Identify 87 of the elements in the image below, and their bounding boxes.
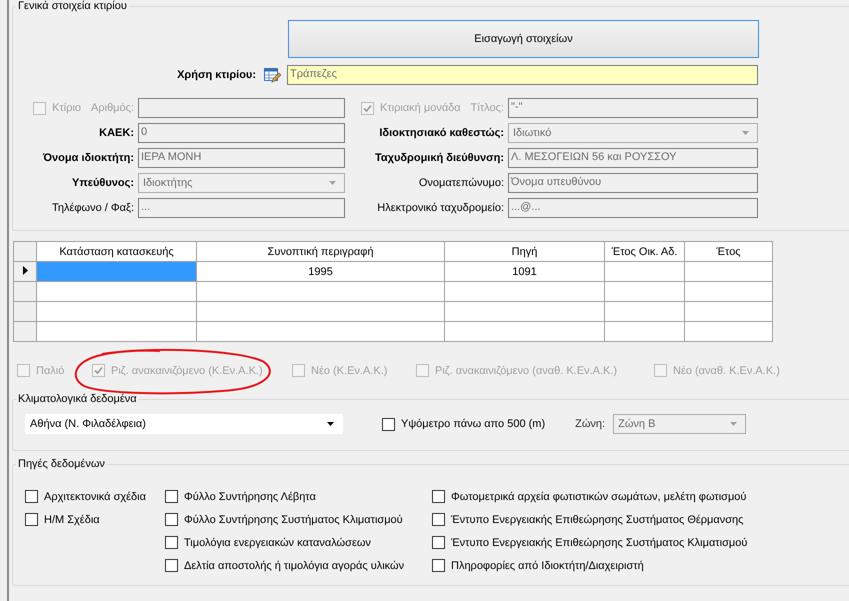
text-field[interactable]: ... bbox=[138, 198, 345, 218]
checkbox-label[interactable]: Φύλλο Συντήρησης Συστήματος Κλιματισμού bbox=[184, 514, 403, 526]
table-cell[interactable] bbox=[36, 322, 196, 342]
table-cell[interactable] bbox=[604, 322, 684, 342]
field-label: Ταχυδρομική διεύθυνση: bbox=[374, 152, 504, 164]
dropdown-field[interactable]: Ιδιοκτήτης bbox=[138, 173, 345, 193]
field-label: Ιδιοκτησιακό καθεστώς: bbox=[379, 127, 504, 139]
dropdown-arrow-icon[interactable] bbox=[327, 422, 334, 426]
checkbox-label[interactable]: Υψόμετρο πάνω απο 500 (m) bbox=[401, 418, 546, 430]
table-cell[interactable] bbox=[684, 302, 772, 322]
checkbox-label[interactable]: Φωτομετρικά αρχεία φωτιστικών σωμάτων, μελέτη φωτισμού bbox=[451, 490, 746, 502]
checkbox-label[interactable]: Δελτία αποστολής ή τιμολόγια αγοράς υλικών bbox=[184, 560, 404, 572]
field-label: Αριθμός: bbox=[91, 102, 134, 114]
field-label: Υπεύθυνος: bbox=[72, 177, 134, 189]
current-row-icon bbox=[22, 266, 28, 274]
column-header[interactable]: Έτος Οικ. Αδ. bbox=[604, 242, 684, 262]
checkbox-label[interactable]: Τιμολόγια ενεργειακών καταναλώσεων bbox=[184, 536, 371, 548]
field-label: Όνομα ιδιοκτήτη: bbox=[42, 152, 134, 164]
row-header-cell[interactable] bbox=[14, 262, 36, 282]
table-cell[interactable] bbox=[444, 302, 604, 322]
column-header[interactable]: Κατάσταση κατασκευής bbox=[36, 242, 196, 262]
table-cell[interactable] bbox=[36, 282, 196, 302]
table-cell[interactable] bbox=[604, 262, 684, 282]
table-cell[interactable]: 1995 bbox=[196, 262, 444, 282]
checkbox[interactable] bbox=[25, 490, 38, 503]
checkbox[interactable] bbox=[165, 559, 178, 572]
checkbox-label[interactable]: Έντυπο Ενεργειακής Επιθεώρησης Συστήματος Θέρμανσης bbox=[451, 514, 744, 526]
row-header-cell[interactable] bbox=[14, 322, 36, 342]
table-cell[interactable] bbox=[684, 282, 772, 302]
column-header[interactable]: Συνοπτική περιγραφή bbox=[196, 242, 444, 262]
table-cell[interactable] bbox=[36, 262, 196, 282]
table-cell[interactable] bbox=[196, 282, 444, 302]
table-cell[interactable] bbox=[604, 302, 684, 322]
field-label: Ζώνη: bbox=[575, 418, 606, 430]
grid-pencil-icon[interactable] bbox=[264, 66, 281, 84]
field-label: Ονοματεπώνυμο: bbox=[418, 177, 504, 189]
table-cell[interactable]: 1091 bbox=[444, 262, 604, 282]
table-cell[interactable] bbox=[36, 302, 196, 322]
group-title: Πηγές δεδομένων bbox=[17, 458, 106, 470]
table-cell[interactable] bbox=[196, 322, 444, 342]
dropdown-field[interactable]: Αθήνα (Ν. Φιλαδέλφεια) bbox=[25, 414, 343, 434]
table-cell[interactable] bbox=[444, 282, 604, 302]
table-cell[interactable] bbox=[684, 322, 772, 342]
checkbox[interactable] bbox=[416, 364, 429, 377]
field-label: Ηλεκτρονικό ταχυδρομείο: bbox=[377, 202, 504, 214]
field-label: Τίτλος: bbox=[470, 102, 504, 114]
field-label: ΚΑΕΚ: bbox=[99, 127, 134, 139]
table-cell[interactable] bbox=[444, 322, 604, 342]
checkbox[interactable] bbox=[432, 513, 445, 526]
table-cell[interactable] bbox=[684, 262, 772, 282]
text-field[interactable]: Όνομα υπευθύνου bbox=[508, 173, 758, 193]
checkbox-label[interactable]: Φύλλο Συντήρησης Λέβητα bbox=[184, 490, 316, 502]
checkbox-label[interactable]: Η/Μ Σχέδια bbox=[44, 514, 100, 526]
text-field[interactable] bbox=[138, 98, 345, 118]
checkbox[interactable] bbox=[432, 536, 445, 549]
dropdown-field[interactable]: Ζώνη Β bbox=[613, 414, 746, 434]
checkbox[interactable] bbox=[17, 364, 30, 377]
field-label: Τηλέφωνο / Φαξ: bbox=[52, 202, 134, 214]
checkbox[interactable] bbox=[92, 364, 105, 377]
row-header-cell[interactable] bbox=[14, 282, 36, 302]
text-field[interactable]: Τράπεζες bbox=[287, 65, 758, 85]
column-header[interactable]: Έτος bbox=[684, 242, 772, 262]
checkbox[interactable] bbox=[654, 364, 667, 377]
checkbox[interactable] bbox=[432, 559, 445, 572]
checkbox-label[interactable]: Πληροφορίες από Ιδιοκτήτη/Διαχειριστή bbox=[451, 560, 644, 572]
group-title: Κλιματολογικά δεδομένα bbox=[17, 393, 138, 405]
text-field[interactable]: ...@... bbox=[508, 198, 758, 218]
enter-data-button[interactable]: Εισαγωγή στοιχείων bbox=[288, 20, 759, 58]
checkbox[interactable] bbox=[165, 536, 178, 549]
checkbox[interactable] bbox=[165, 490, 178, 503]
column-header[interactable]: Πηγή bbox=[444, 242, 604, 262]
text-field[interactable]: Λ. ΜΕΣΟΓΕΙΩΝ 56 και ΡΟΥΣΣΟΥ bbox=[508, 148, 758, 168]
checkbox-label[interactable]: Αρχιτεκτονικά σχέδια bbox=[44, 490, 146, 502]
checkbox-label[interactable]: Έντυπο Ενεργειακής Επιθεώρησης Συστήματος Κλιματισμού bbox=[451, 536, 748, 548]
text-field[interactable]: 0 bbox=[138, 123, 345, 143]
checkbox[interactable] bbox=[292, 364, 305, 377]
checkbox[interactable] bbox=[432, 490, 445, 503]
checkbox[interactable] bbox=[382, 418, 395, 430]
checkbox[interactable] bbox=[165, 513, 178, 526]
dropdown-field[interactable]: Ιδιωτικό bbox=[508, 123, 758, 143]
text-field[interactable]: ΙΕΡΑ ΜΟΝΗ bbox=[138, 148, 345, 168]
checkbox[interactable] bbox=[25, 513, 38, 526]
row-header-cell[interactable] bbox=[14, 302, 36, 322]
table-cell[interactable] bbox=[196, 302, 444, 322]
group-title: Γενικά στοιχεία κτιρίου bbox=[17, 0, 128, 12]
table-cell[interactable] bbox=[604, 282, 684, 302]
field-label: Χρήση κτιρίου: bbox=[176, 69, 256, 81]
